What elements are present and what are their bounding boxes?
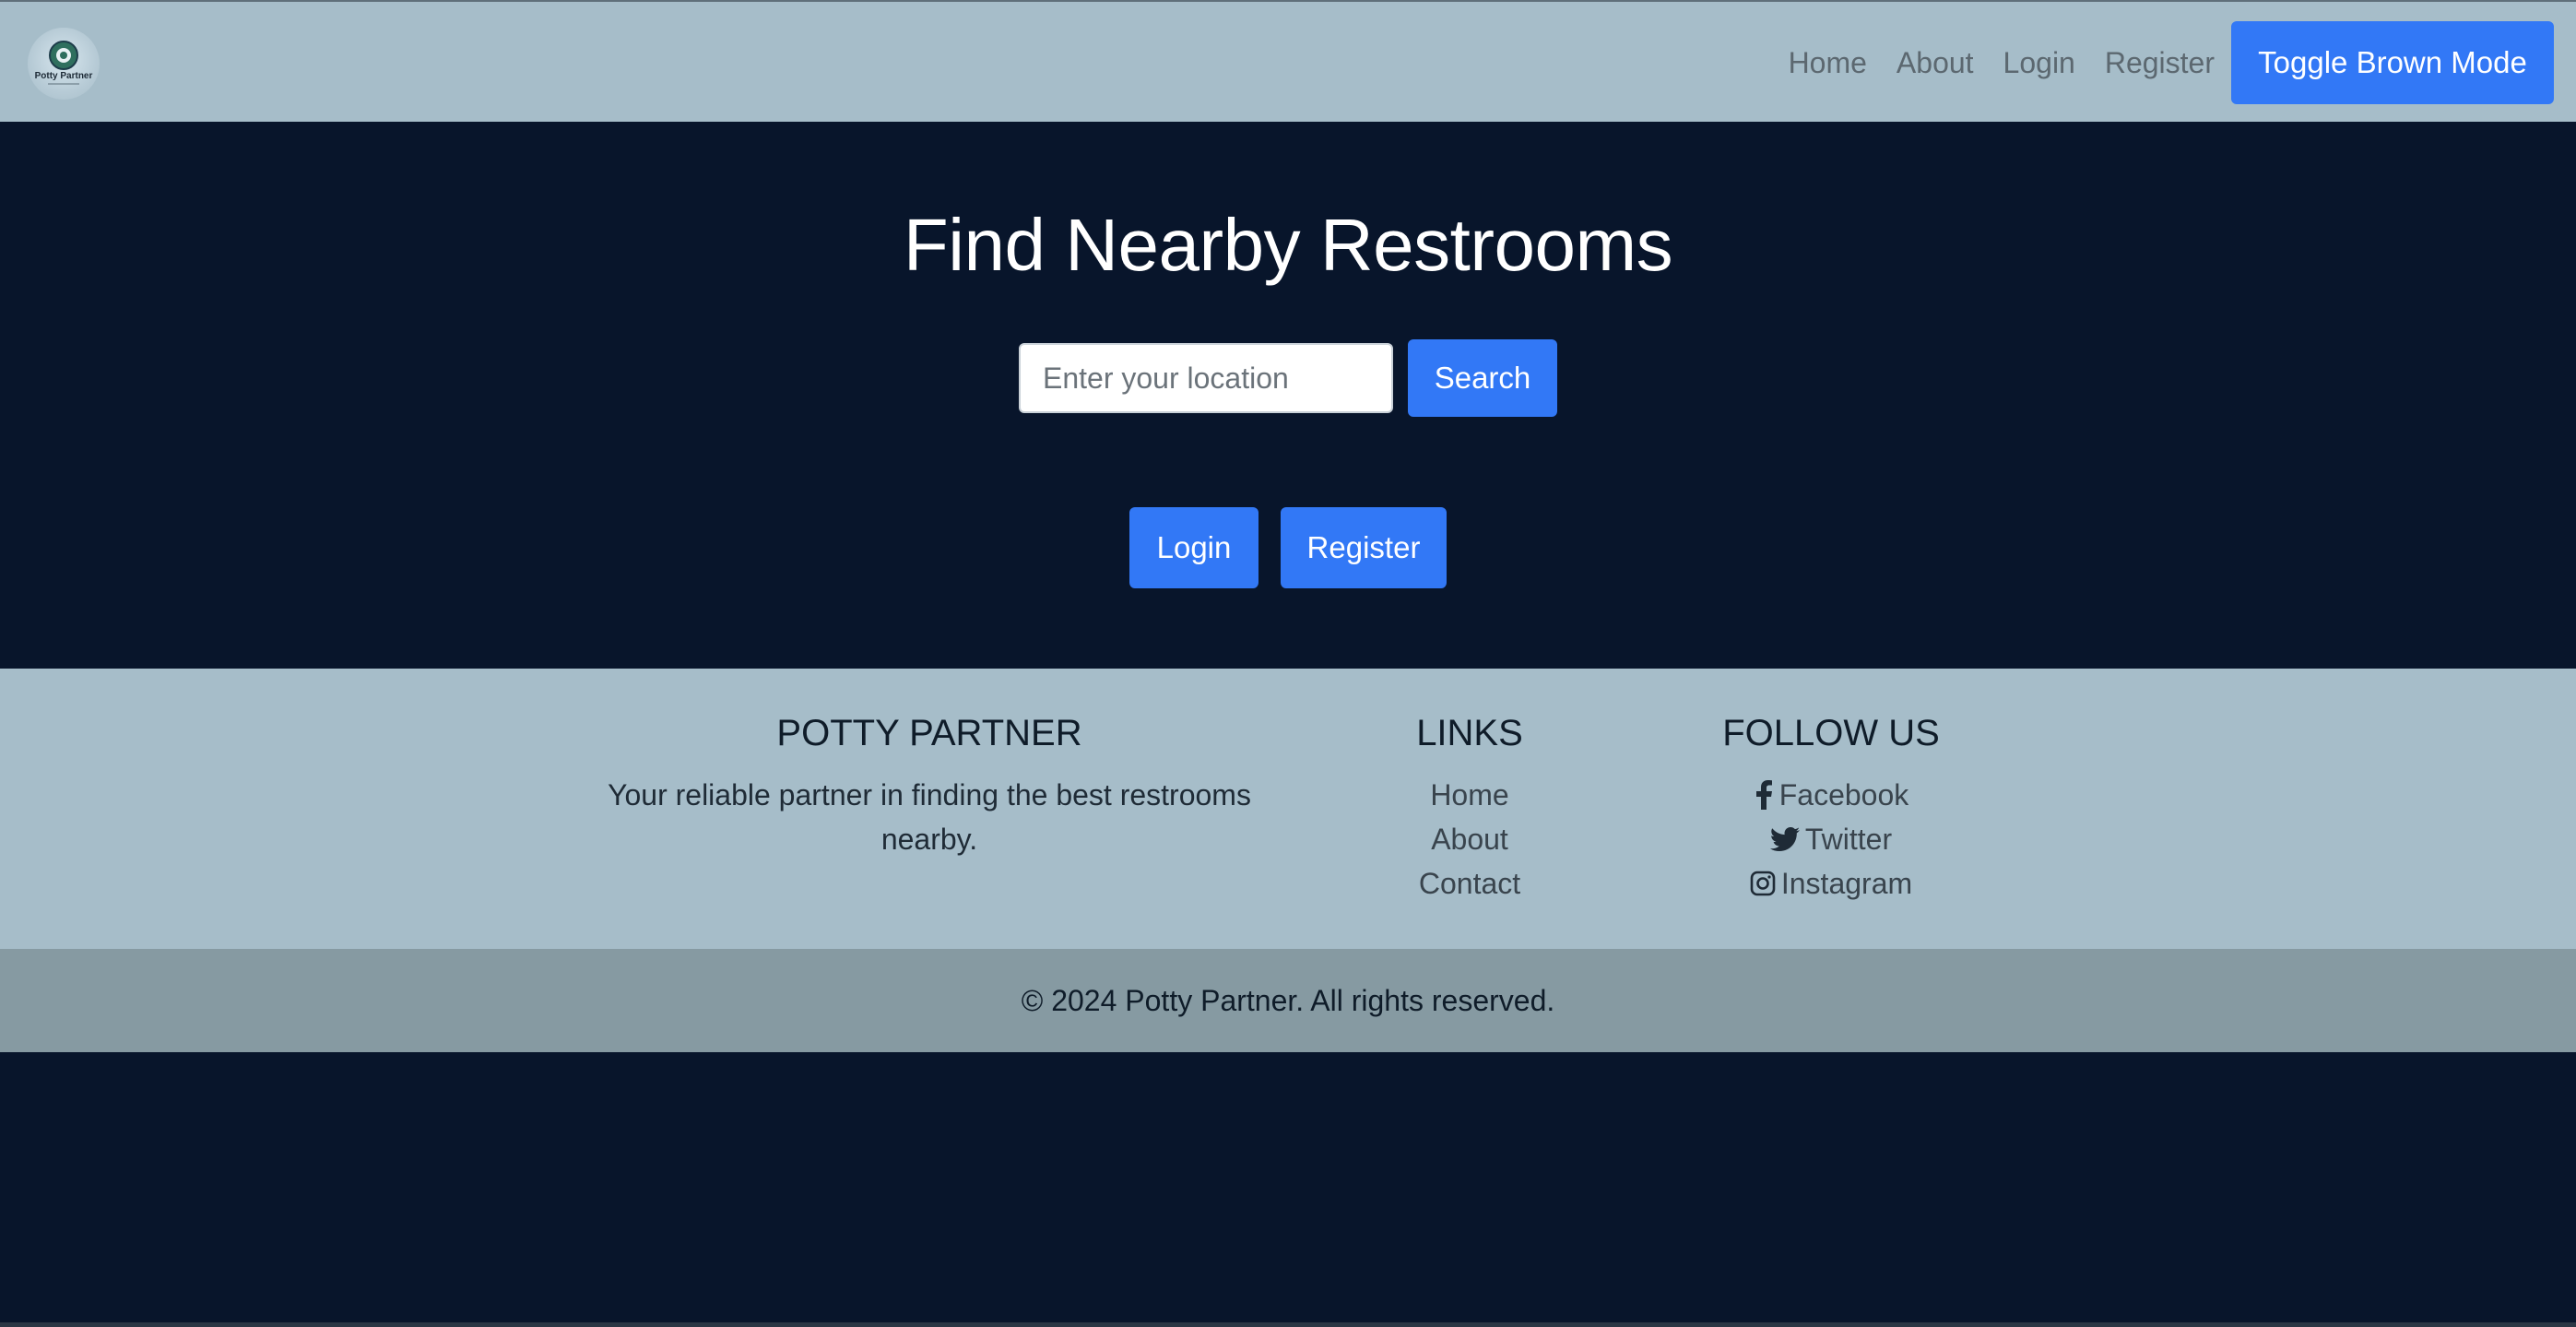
facebook-icon: [1755, 780, 1772, 810]
nav-about-link[interactable]: About: [1897, 46, 1974, 80]
footer-link-home[interactable]: Home: [1377, 773, 1562, 817]
nav-register-link[interactable]: Register: [2105, 46, 2215, 80]
footer-about-text-line1: Your reliable partner in finding the bes…: [608, 778, 1251, 812]
potty-partner-logo-icon: Potty Partner: [35, 41, 93, 85]
footer-about-text-line2: nearby.: [880, 823, 978, 856]
footer-about: POTTY PARTNER Your reliable partner in f…: [588, 713, 1270, 861]
footer-facebook-link[interactable]: Facebook: [1693, 773, 1969, 817]
footer-copyright-bar: © 2024 Potty Partner. All rights reserve…: [0, 949, 2576, 1052]
footer: POTTY PARTNER Your reliable partner in f…: [0, 669, 2576, 949]
twitter-label: Twitter: [1804, 823, 1893, 856]
navbar: Potty Partner Home About Login Register …: [0, 0, 2576, 122]
brand-text: Potty Partner: [35, 71, 93, 81]
footer-links-heading: LINKS: [1416, 713, 1523, 753]
auth-buttons: Login Register: [0, 507, 2576, 588]
page-title: Find Nearby Restrooms: [903, 204, 1673, 286]
facebook-label: Facebook: [1778, 778, 1909, 812]
brand-logo[interactable]: Potty Partner: [28, 28, 100, 100]
footer-about-heading: POTTY PARTNER: [776, 713, 1082, 753]
footer-link-contact[interactable]: Contact: [1377, 861, 1562, 906]
copyright-text: © 2024 Potty Partner. All rights reserve…: [1021, 983, 1555, 1017]
instagram-label: Instagram: [1780, 867, 1913, 900]
nav-login-link[interactable]: Login: [2003, 46, 2075, 80]
footer-follow-heading: FOLLOW US: [1722, 713, 1940, 753]
bottom-divider: [0, 1322, 2576, 1327]
footer-follow: FOLLOW US Facebook Twitter Instagram: [1693, 713, 1969, 906]
location-input[interactable]: [1019, 343, 1393, 413]
toggle-brown-mode-button[interactable]: Toggle Brown Mode: [2231, 21, 2554, 104]
nav-links: Home About Login Register Toggle Brown M…: [1789, 2, 2576, 124]
footer-twitter-link[interactable]: Twitter: [1693, 817, 1969, 861]
footer-links: LINKS Home About Contact: [1377, 713, 1562, 906]
twitter-icon: [1769, 827, 1800, 851]
login-button[interactable]: Login: [1129, 507, 1258, 588]
hero-section: Find Nearby Restrooms Search Login Regis…: [0, 122, 2576, 669]
register-button[interactable]: Register: [1281, 507, 1447, 588]
instagram-icon: [1750, 871, 1776, 896]
search-button[interactable]: Search: [1408, 339, 1557, 417]
footer-instagram-link[interactable]: Instagram: [1693, 861, 1969, 906]
search-form: Search: [0, 339, 2576, 417]
footer-link-about[interactable]: About: [1377, 817, 1562, 861]
nav-home-link[interactable]: Home: [1789, 46, 1867, 80]
